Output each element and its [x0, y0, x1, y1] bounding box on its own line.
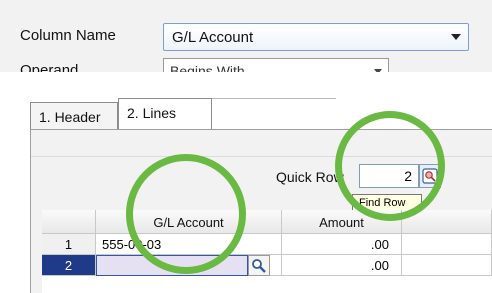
lines-panel: 1. Header 2. Lines Quick Row 2 Find Row …: [0, 84, 492, 293]
quick-row-label: Quick Row: [276, 169, 344, 185]
tab-lines[interactable]: 2. Lines: [118, 98, 212, 130]
grid-cell: [270, 255, 282, 276]
operand-label: Operand: [20, 62, 79, 72]
grid-cell[interactable]: [402, 234, 492, 255]
highlight-ring-gl-account: [126, 154, 246, 274]
row-number[interactable]: 1: [42, 234, 96, 255]
tab-header[interactable]: 1. Header: [30, 102, 118, 130]
highlight-ring-find-row: [335, 111, 445, 221]
column-name-select[interactable]: G/L Account: [163, 23, 469, 51]
chevron-down-icon: [451, 34, 461, 40]
lookup-button[interactable]: [248, 255, 270, 276]
operand-value: Begins With: [170, 63, 245, 72]
row-number-selected[interactable]: 2: [42, 255, 96, 276]
amount-cell[interactable]: .00: [282, 234, 402, 255]
chevron-down-icon: [374, 69, 382, 72]
grid-corner: [42, 210, 96, 234]
operand-select[interactable]: Begins With: [163, 58, 389, 72]
magnifier-icon: [252, 259, 266, 273]
grid-cell[interactable]: [402, 255, 492, 276]
filter-panel: Column Name G/L Account Operand Begins W…: [0, 0, 492, 72]
column-name-value: G/L Account: [172, 29, 254, 46]
column-name-label: Column Name: [20, 27, 116, 44]
tab-lines-label: 2. Lines: [127, 105, 177, 121]
tab-header-label: 1. Header: [39, 109, 101, 125]
amount-cell[interactable]: .00: [282, 255, 402, 276]
lines-grid: G/L Account Amount 1 555-00-03 .00 2 .00: [42, 210, 492, 293]
